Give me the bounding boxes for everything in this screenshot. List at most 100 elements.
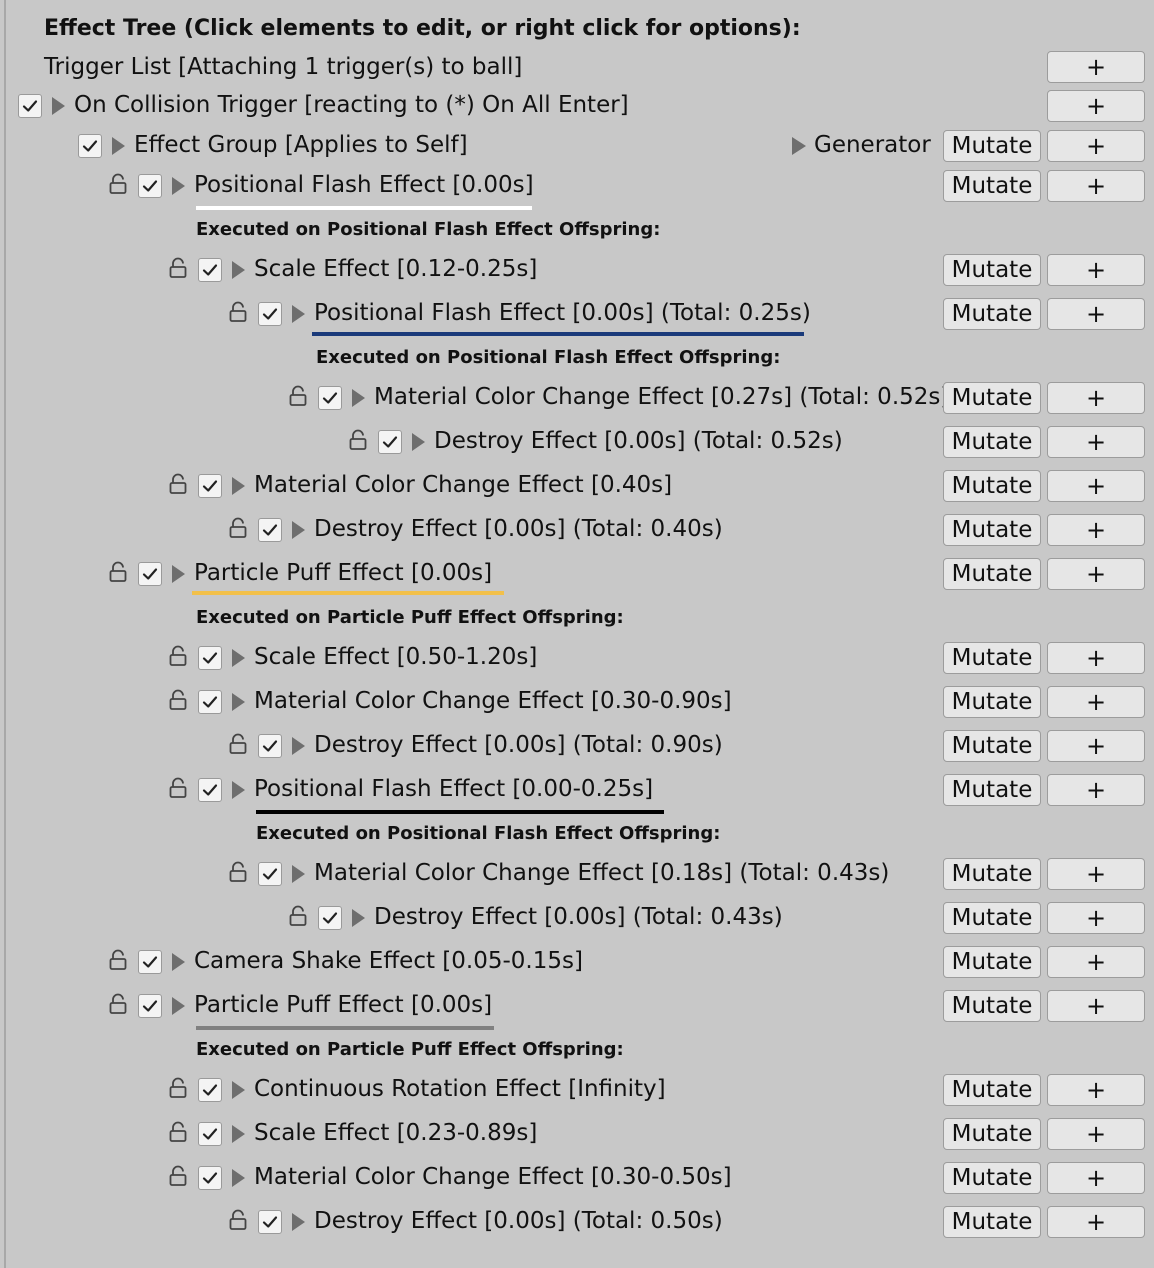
lock-icon[interactable]: [228, 301, 248, 323]
enabled-checkbox[interactable]: [138, 562, 162, 586]
add-button[interactable]: +: [1047, 130, 1145, 162]
lock-icon[interactable]: [168, 1121, 188, 1143]
mutate-button[interactable]: Mutate: [943, 1074, 1041, 1106]
enabled-checkbox[interactable]: [198, 646, 222, 670]
add-button[interactable]: +: [1047, 1118, 1145, 1150]
mutate-button[interactable]: Mutate: [943, 642, 1041, 674]
expand-arrow-icon[interactable]: [172, 997, 185, 1015]
enabled-checkbox[interactable]: [258, 518, 282, 542]
mutate-button[interactable]: Mutate: [943, 558, 1041, 590]
mutate-button[interactable]: Mutate: [943, 1206, 1041, 1238]
add-button[interactable]: +: [1047, 946, 1145, 978]
effect-label[interactable]: Destroy Effect [0.00s] (Total: 0.50s): [314, 1206, 723, 1236]
expand-arrow-icon[interactable]: [232, 1081, 245, 1099]
add-button[interactable]: +: [1047, 1074, 1145, 1106]
effect-label[interactable]: Positional Flash Effect [0.00s] (Total: …: [314, 298, 811, 328]
enabled-checkbox[interactable]: [138, 174, 162, 198]
enabled-checkbox[interactable]: [318, 906, 342, 930]
expand-arrow-icon[interactable]: [292, 737, 305, 755]
effect-label[interactable]: Material Color Change Effect [0.30-0.90s…: [254, 686, 732, 716]
mutate-button[interactable]: Mutate: [943, 514, 1041, 546]
add-button[interactable]: +: [1047, 1206, 1145, 1238]
expand-arrow-icon[interactable]: [352, 909, 365, 927]
enabled-checkbox[interactable]: [198, 1078, 222, 1102]
mutate-button[interactable]: Mutate: [943, 730, 1041, 762]
effect-label[interactable]: Particle Puff Effect [0.00s]: [194, 990, 492, 1020]
expand-arrow-icon[interactable]: [172, 953, 185, 971]
enabled-checkbox[interactable]: [378, 430, 402, 454]
effect-label[interactable]: Destroy Effect [0.00s] (Total: 0.90s): [314, 730, 723, 760]
expand-arrow-icon[interactable]: [172, 177, 185, 195]
expand-arrow-icon[interactable]: [292, 305, 305, 323]
lock-icon[interactable]: [168, 473, 188, 495]
enabled-checkbox[interactable]: [198, 778, 222, 802]
lock-icon[interactable]: [108, 561, 128, 583]
effect-label[interactable]: Destroy Effect [0.00s] (Total: 0.40s): [314, 514, 723, 544]
expand-arrow-icon[interactable]: [172, 565, 185, 583]
expand-arrow-icon[interactable]: [232, 261, 245, 279]
mutate-button[interactable]: Mutate: [943, 902, 1041, 934]
effect-label[interactable]: Material Color Change Effect [0.18s] (To…: [314, 858, 889, 888]
expand-arrow-icon[interactable]: [412, 433, 425, 451]
mutate-button[interactable]: Mutate: [943, 130, 1041, 162]
lock-icon[interactable]: [168, 1077, 188, 1099]
add-button[interactable]: +: [1047, 774, 1145, 806]
lock-icon[interactable]: [288, 905, 308, 927]
add-button[interactable]: +: [1047, 298, 1145, 330]
group-label[interactable]: Effect Group [Applies to Self]: [134, 130, 468, 160]
trigger-list-label[interactable]: Trigger List [Attaching 1 trigger(s) to …: [44, 52, 522, 82]
enabled-checkbox[interactable]: [198, 690, 222, 714]
lock-icon[interactable]: [228, 1209, 248, 1231]
expand-arrow-icon[interactable]: [352, 389, 365, 407]
add-button[interactable]: +: [1047, 254, 1145, 286]
add-button[interactable]: +: [1047, 426, 1145, 458]
expand-arrow-icon[interactable]: [292, 865, 305, 883]
effect-label[interactable]: Positional Flash Effect [0.00s]: [194, 170, 534, 200]
expand-arrow-icon[interactable]: [232, 649, 245, 667]
mutate-button[interactable]: Mutate: [943, 298, 1041, 330]
expand-arrow-icon[interactable]: [292, 521, 305, 539]
add-button[interactable]: +: [1047, 382, 1145, 414]
enabled-checkbox[interactable]: [198, 258, 222, 282]
add-button[interactable]: +: [1047, 858, 1145, 890]
enabled-checkbox[interactable]: [138, 994, 162, 1018]
mutate-button[interactable]: Mutate: [943, 382, 1041, 414]
enabled-checkbox[interactable]: [78, 134, 102, 158]
lock-icon[interactable]: [108, 949, 128, 971]
enabled-checkbox[interactable]: [18, 94, 42, 118]
enabled-checkbox[interactable]: [198, 474, 222, 498]
add-button[interactable]: +: [1047, 90, 1145, 122]
add-button[interactable]: +: [1047, 902, 1145, 934]
add-button[interactable]: +: [1047, 686, 1145, 718]
expand-arrow-icon[interactable]: [112, 137, 125, 155]
lock-icon[interactable]: [168, 257, 188, 279]
expand-arrow-icon[interactable]: [232, 693, 245, 711]
mutate-button[interactable]: Mutate: [943, 686, 1041, 718]
mutate-button[interactable]: Mutate: [943, 1162, 1041, 1194]
add-button[interactable]: +: [1047, 642, 1145, 674]
effect-label[interactable]: Destroy Effect [0.00s] (Total: 0.43s): [374, 902, 783, 932]
effect-label[interactable]: Material Color Change Effect [0.27s] (To…: [374, 382, 949, 412]
enabled-checkbox[interactable]: [198, 1166, 222, 1190]
mutate-button[interactable]: Mutate: [943, 426, 1041, 458]
enabled-checkbox[interactable]: [258, 1210, 282, 1234]
effect-label[interactable]: Destroy Effect [0.00s] (Total: 0.52s): [434, 426, 843, 456]
mutate-button[interactable]: Mutate: [943, 170, 1041, 202]
lock-icon[interactable]: [168, 777, 188, 799]
expand-arrow-icon[interactable]: [52, 97, 65, 115]
add-button[interactable]: +: [1047, 470, 1145, 502]
effect-label[interactable]: Scale Effect [0.23-0.89s]: [254, 1118, 537, 1148]
enabled-checkbox[interactable]: [318, 386, 342, 410]
mutate-button[interactable]: Mutate: [943, 254, 1041, 286]
lock-icon[interactable]: [228, 733, 248, 755]
lock-icon[interactable]: [228, 861, 248, 883]
enabled-checkbox[interactable]: [258, 302, 282, 326]
mutate-button[interactable]: Mutate: [943, 1118, 1041, 1150]
mutate-button[interactable]: Mutate: [943, 774, 1041, 806]
effect-label[interactable]: Particle Puff Effect [0.00s]: [194, 558, 492, 588]
lock-icon[interactable]: [108, 993, 128, 1015]
generator-label[interactable]: Generator: [814, 130, 931, 160]
enabled-checkbox[interactable]: [258, 734, 282, 758]
effect-label[interactable]: Camera Shake Effect [0.05-0.15s]: [194, 946, 583, 976]
effect-label[interactable]: Scale Effect [0.12-0.25s]: [254, 254, 537, 284]
